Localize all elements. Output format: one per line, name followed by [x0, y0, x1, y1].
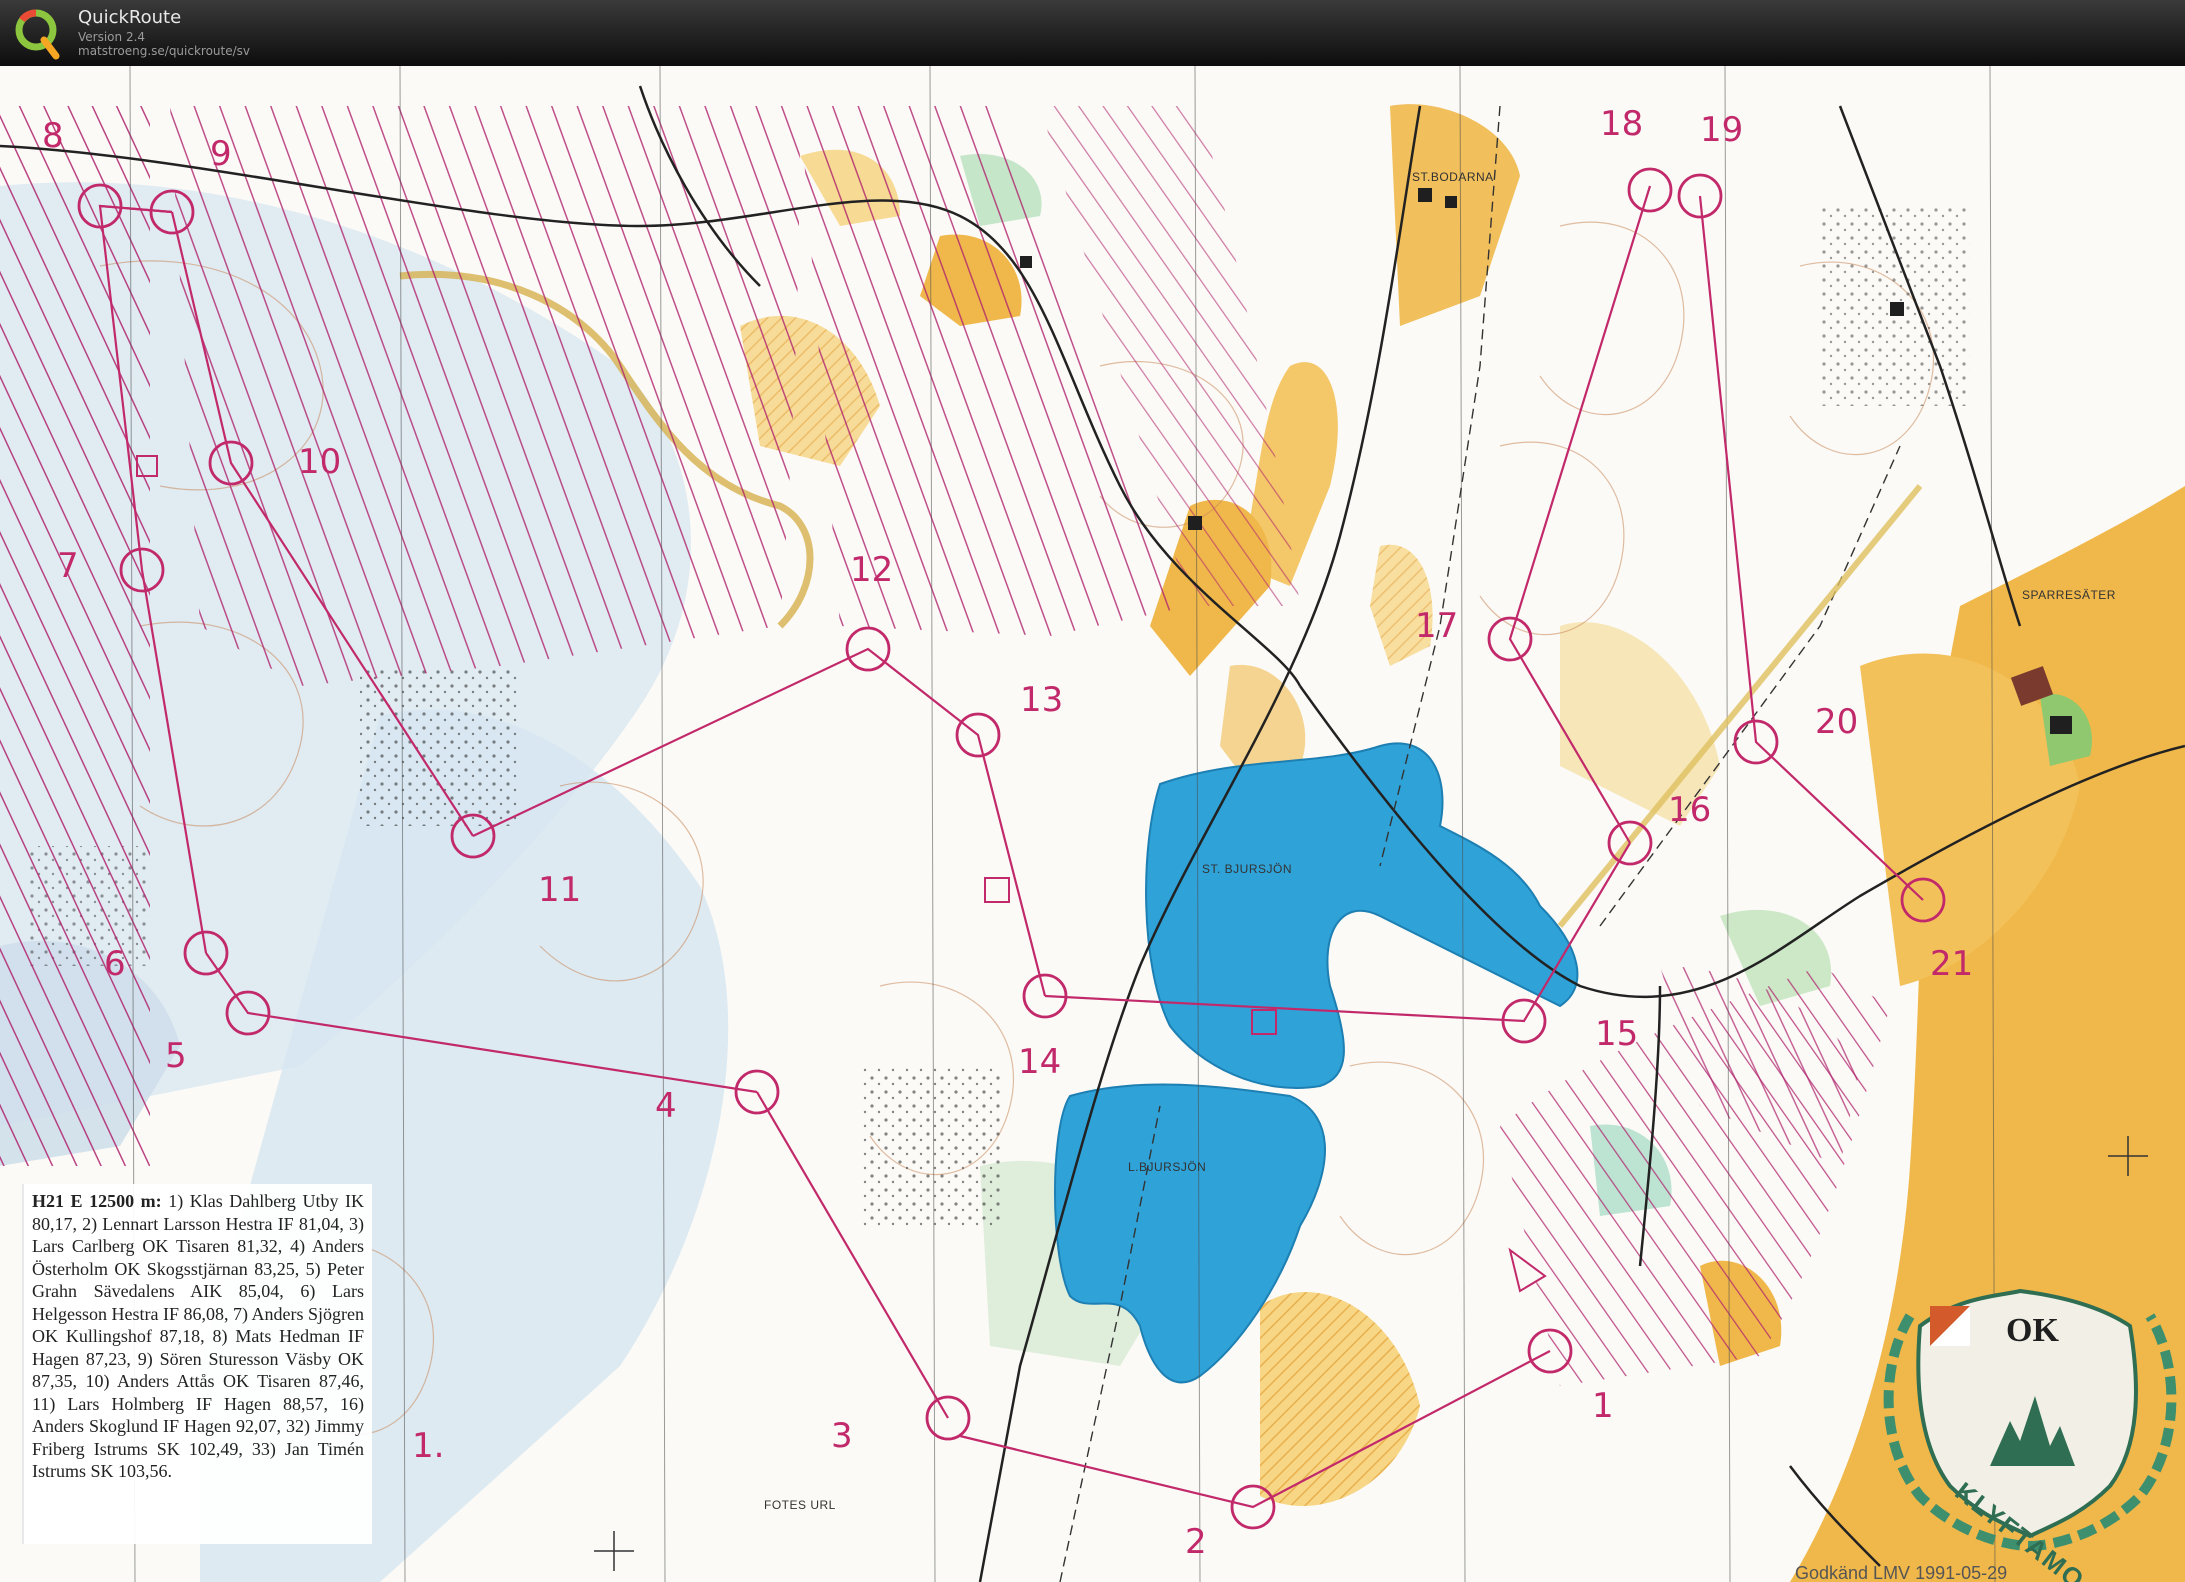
title-bar: QuickRoute Version 2.4 matstroeng.se/qui… — [0, 0, 2185, 66]
control-number-6: 6 — [104, 944, 126, 984]
app-url: matstroeng.se/quickroute/sv — [78, 44, 251, 58]
control-number-4: 4 — [655, 1086, 677, 1126]
place-label-st-bodarna: ST.BODARNA — [1412, 170, 1494, 184]
control-number-13: 13 — [1020, 680, 1064, 720]
results-clipping: H21 E 12500 m: 1) Klas Dahlberg Utby IK … — [22, 1184, 372, 1544]
orienteering-map[interactable]: ST.BODARNA SPARRESÄTER ST. BJURSJÖN L.BJ… — [0, 66, 2185, 1582]
results-text: 1) Klas Dahlberg Utby IK 80,17, 2) Lenna… — [32, 1191, 364, 1481]
app-version: Version 2.4 — [78, 30, 146, 44]
control-number-1: 1 — [1592, 1386, 1614, 1426]
control-number-8: 8 — [42, 116, 64, 156]
control-number-5: 5 — [165, 1036, 187, 1076]
control-number-9: 9 — [210, 134, 232, 174]
control-number-2: 2 — [1185, 1522, 1207, 1562]
results-heading: H21 E 12500 m: — [32, 1191, 162, 1211]
control-number-3: 3 — [831, 1416, 853, 1456]
control-number-21: 21 — [1930, 944, 1974, 984]
place-label-fotes-url: FOTES URL — [764, 1498, 836, 1512]
control-number-10: 10 — [298, 442, 342, 482]
lake-label-l-bjursjon: L.BJURSJÖN — [1128, 1160, 1207, 1174]
place-label-sparresater: SPARRESÄTER — [2022, 588, 2116, 602]
control-number-12: 12 — [850, 550, 894, 590]
control-number-11: 11 — [538, 870, 582, 910]
control-number-16: 16 — [1668, 790, 1712, 830]
control-number-7: 7 — [57, 546, 79, 586]
control-number-start: 1. — [412, 1426, 445, 1466]
lake-label-st-bjursjon: ST. BJURSJÖN — [1202, 862, 1293, 876]
club-badge-abbr: OK — [2006, 1312, 2059, 1349]
map-approval-text: Godkänd LMV 1991-05-29 — [1795, 1563, 2008, 1582]
control-number-15: 15 — [1595, 1014, 1639, 1054]
control-number-19: 19 — [1700, 110, 1744, 150]
control-number-14: 14 — [1018, 1042, 1062, 1082]
control-number-20: 20 — [1815, 702, 1859, 742]
quickroute-logo-icon — [15, 9, 60, 60]
control-number-17: 17 — [1415, 606, 1459, 646]
app-title: QuickRoute — [78, 7, 182, 28]
control-number-18: 18 — [1600, 104, 1644, 144]
